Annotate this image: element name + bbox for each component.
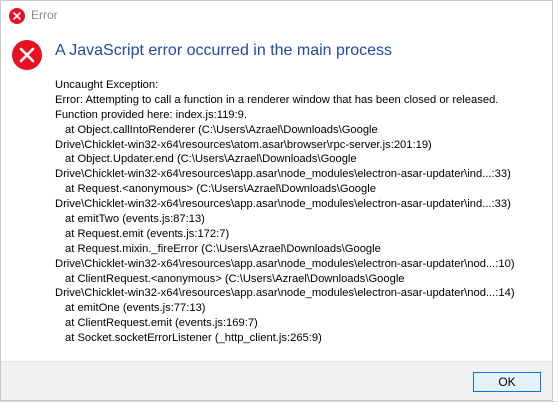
message-line: at Socket.socketErrorListener (_http_cli… (65, 332, 322, 345)
message-line: at Request.mixin._fireError (C:\Users\Az… (65, 242, 381, 255)
divider (0, 401, 558, 402)
error-dialog: Error A JavaScript error occurred in the… (0, 0, 553, 401)
background-window-edge (0, 401, 558, 406)
message-line: at Object.callIntoRenderer (C:\Users\Azr… (65, 123, 378, 136)
message-line: at emitTwo (events.js:87:13) (65, 213, 205, 226)
error-message: Uncaught Exception: Error: Attempting to… (55, 78, 547, 346)
message-line: Drive\Chicklet-win32-x64\resources\app.a… (55, 168, 511, 181)
message-line: at Request.emit (events.js:172:7) (65, 227, 230, 240)
error-icon-large (12, 40, 42, 70)
error-icon (9, 8, 25, 24)
message-line: Function provided here: index.js:119:9. (55, 108, 247, 121)
message-line: Uncaught Exception: (55, 79, 159, 91)
message-line: Drive\Chicklet-win32-x64\resources\app.a… (55, 257, 515, 270)
dialog-footer: OK (1, 361, 552, 400)
title-bar[interactable]: Error (1, 1, 552, 31)
message-line: at emitOne (events.js:77:13) (65, 302, 206, 315)
message-line: at Request.<anonymous> (C:\Users\Azrael\… (65, 183, 376, 196)
message-line: at Object.Updater.end (C:\Users\Azrael\D… (65, 153, 357, 166)
message-line: Drive\Chicklet-win32-x64\resources\app.a… (55, 287, 515, 300)
error-heading: A JavaScript error occurred in the main … (55, 42, 393, 59)
ok-button[interactable]: OK (473, 372, 541, 392)
window-title: Error (31, 8, 58, 22)
message-line: Drive\Chicklet-win32-x64\resources\atom.… (55, 138, 432, 151)
message-line: at ClientRequest.<anonymous> (C:\Users\A… (65, 272, 405, 285)
message-line: Drive\Chicklet-win32-x64\resources\app.a… (55, 198, 511, 211)
message-line: at ClientRequest.emit (events.js:169:7) (65, 317, 258, 330)
message-line: Error: Attempting to call a function in … (55, 93, 499, 106)
